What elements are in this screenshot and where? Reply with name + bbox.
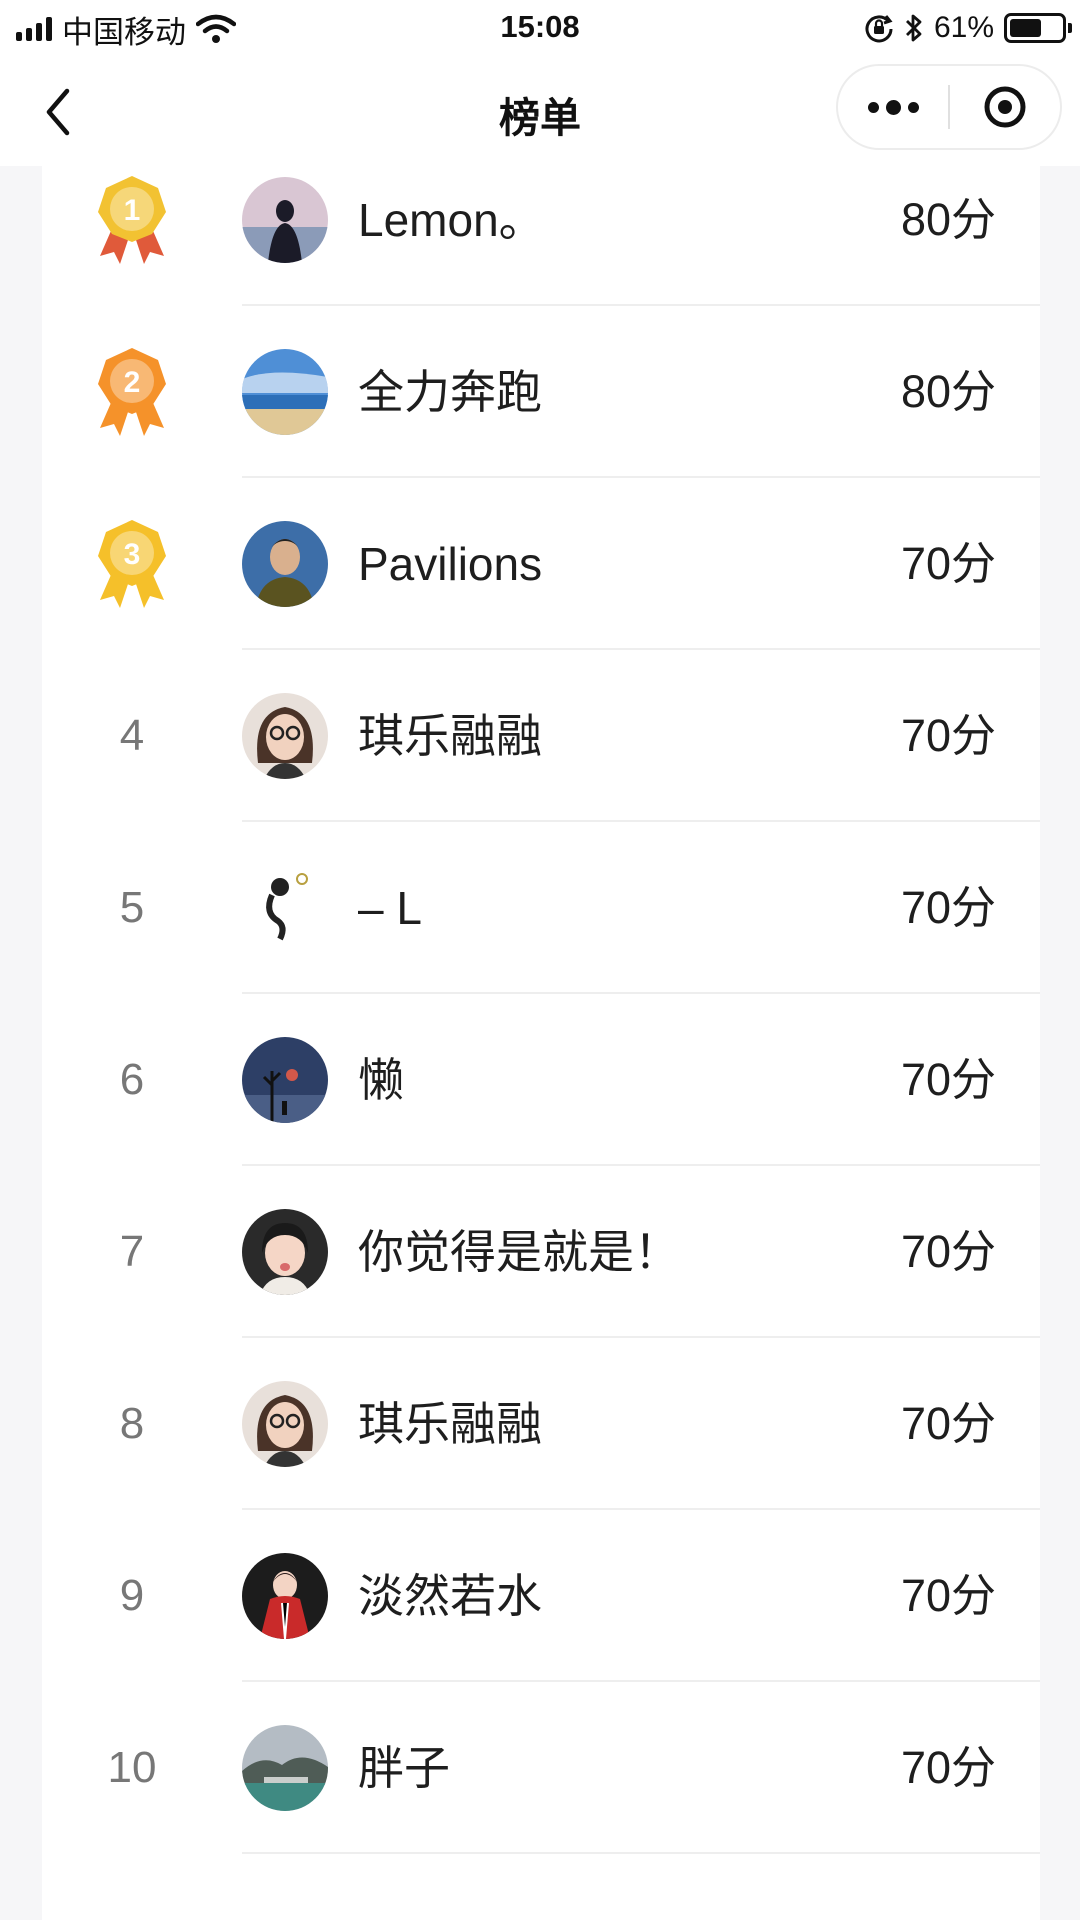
leaderboard-row[interactable]: 10 胖子 70分 bbox=[42, 1682, 1040, 1854]
rank-number: 10 bbox=[107, 1743, 157, 1792]
leaderboard-row[interactable]: 1 Lemon。 80分 bbox=[42, 134, 1040, 306]
avatar[interactable] bbox=[242, 1209, 328, 1295]
user-score: 70分 bbox=[900, 1742, 996, 1793]
rank-slot: 3 bbox=[82, 478, 182, 650]
leaderboard-row[interactable]: 6 懒 70分 bbox=[42, 994, 1040, 1166]
medal-icon: 2 bbox=[98, 348, 166, 436]
rank-slot: 8 bbox=[82, 1338, 182, 1510]
status-right: 61% bbox=[864, 10, 1072, 46]
user-score: 70分 bbox=[900, 1570, 996, 1621]
battery-fill bbox=[1010, 19, 1041, 37]
user-name: – L bbox=[358, 882, 422, 934]
avatar[interactable] bbox=[242, 1037, 328, 1123]
user-name: 胖子 bbox=[358, 1742, 450, 1794]
row-divider bbox=[242, 1852, 1040, 1854]
rank-slot: 4 bbox=[82, 650, 182, 822]
rank-number: 9 bbox=[119, 1571, 145, 1620]
rank-slot: 6 bbox=[82, 994, 182, 1166]
rank-slot: 10 bbox=[82, 1682, 182, 1854]
user-name: 琪乐融融 bbox=[358, 710, 542, 762]
leaderboard-row[interactable]: 9 淡然若水 70分 bbox=[42, 1510, 1040, 1682]
leaderboard-row[interactable]: 3 Pavilions 70分 bbox=[42, 478, 1040, 650]
user-score: 70分 bbox=[900, 882, 996, 933]
rotation-lock-icon bbox=[865, 15, 893, 43]
user-score: 70分 bbox=[900, 538, 996, 589]
user-name: 你觉得是就是！ bbox=[358, 1226, 680, 1278]
medal-icon: 3 bbox=[98, 520, 166, 608]
leaderboard-row[interactable]: 7 你觉得是就是！ 70分 bbox=[42, 1166, 1040, 1338]
avatar[interactable] bbox=[242, 865, 328, 951]
avatar[interactable] bbox=[242, 1725, 328, 1811]
user-score: 70分 bbox=[900, 1054, 996, 1105]
user-score: 80分 bbox=[900, 366, 996, 417]
user-name: 全力奔跑 bbox=[358, 366, 542, 418]
medal-rank: 1 bbox=[124, 194, 141, 227]
rank-number: 6 bbox=[119, 1055, 145, 1104]
user-name: 懒 bbox=[358, 1054, 404, 1106]
user-name: 淡然若水 bbox=[358, 1570, 542, 1622]
user-score: 70分 bbox=[900, 710, 996, 761]
user-name: Pavilions bbox=[358, 538, 543, 590]
rank-slot: 2 bbox=[82, 306, 182, 478]
medal-icon: 1 bbox=[98, 176, 166, 264]
battery-percent: 61% bbox=[933, 11, 994, 44]
avatar[interactable] bbox=[242, 693, 328, 779]
user-name: 琪乐融融 bbox=[358, 1398, 542, 1450]
rank-number: 8 bbox=[119, 1399, 145, 1448]
user-name: Lemon。 bbox=[358, 194, 545, 246]
rank-number: 7 bbox=[119, 1227, 145, 1276]
target-close-icon bbox=[984, 86, 1026, 128]
user-score: 70分 bbox=[900, 1226, 996, 1277]
medal-rank: 2 bbox=[124, 366, 141, 399]
medal-rank: 3 bbox=[124, 538, 141, 571]
leaderboard-list: 1 Lemon。 80分 2 全力奔跑 80分 3 Pavilions 70分 4 琪乐融融 70分 5… bbox=[42, 166, 1040, 1920]
user-score: 80分 bbox=[900, 194, 996, 245]
battery-icon bbox=[1004, 13, 1072, 43]
avatar[interactable] bbox=[242, 177, 328, 263]
rank-slot: 1 bbox=[82, 134, 182, 306]
avatar[interactable] bbox=[242, 1381, 328, 1467]
avatar[interactable] bbox=[242, 1553, 328, 1639]
rank-number: 5 bbox=[119, 883, 145, 932]
rank-slot: 7 bbox=[82, 1166, 182, 1338]
status-bar: 中国移动 15:08 61% bbox=[0, 0, 1080, 58]
leaderboard-row[interactable]: 5 – L 70分 bbox=[42, 822, 1040, 994]
leaderboard-row[interactable]: 4 琪乐融融 70分 bbox=[42, 650, 1040, 822]
avatar[interactable] bbox=[242, 349, 328, 435]
rank-slot: 9 bbox=[82, 1510, 182, 1682]
user-score: 70分 bbox=[900, 1398, 996, 1449]
rank-slot: 5 bbox=[82, 822, 182, 994]
bluetooth-icon bbox=[905, 14, 922, 42]
avatar[interactable] bbox=[242, 521, 328, 607]
leaderboard-row[interactable]: 8 琪乐融融 70分 bbox=[42, 1338, 1040, 1510]
leaderboard-row[interactable]: 2 全力奔跑 80分 bbox=[42, 306, 1040, 478]
more-dots-icon bbox=[867, 99, 919, 115]
rank-number: 4 bbox=[119, 711, 145, 760]
